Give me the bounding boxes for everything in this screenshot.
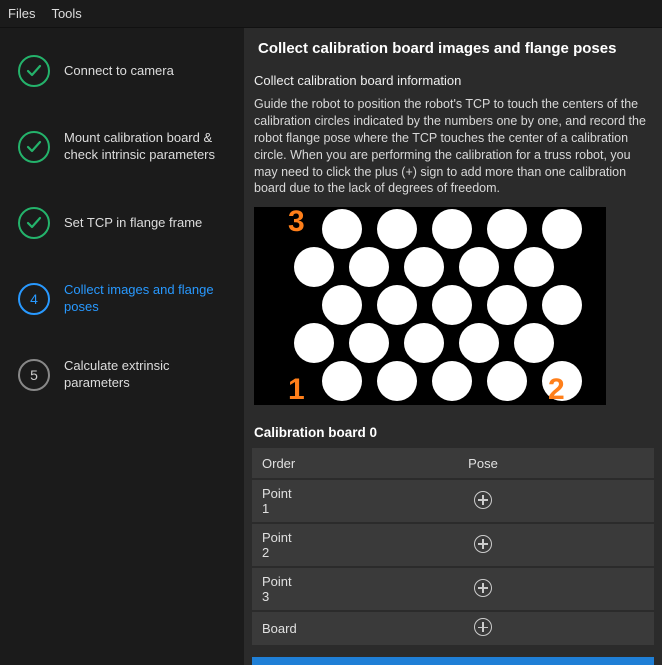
check-icon bbox=[18, 55, 50, 87]
cell-order: Board bbox=[252, 612, 312, 645]
info-section: Collect calibration board information Gu… bbox=[244, 69, 662, 665]
step-calculate-extrinsic[interactable]: 5 Calculate extrinsic parameters bbox=[10, 346, 234, 404]
table-row: Point 3 bbox=[252, 568, 654, 610]
step-label: Mount calibration board & check intrinsi… bbox=[64, 130, 232, 164]
pose-table: Order Pose Point 1 Point 2 Point 3 Board bbox=[252, 446, 654, 647]
main-panel: Collect calibration board images and fla… bbox=[244, 28, 662, 665]
marker-2: 2 bbox=[548, 373, 565, 405]
menu-tools[interactable]: Tools bbox=[51, 6, 81, 21]
step-label: Collect images and flange poses bbox=[64, 282, 232, 316]
table-row: Point 1 bbox=[252, 480, 654, 522]
step-label: Set TCP in flange frame bbox=[64, 215, 202, 232]
board-label: Calibration board 0 bbox=[252, 407, 654, 446]
cell-order: Point 2 bbox=[252, 524, 312, 566]
section-title: Collect calibration board information bbox=[252, 69, 654, 92]
check-icon bbox=[18, 131, 50, 163]
marker-3: 3 bbox=[288, 207, 305, 239]
update-data-button[interactable]: Update data bbox=[252, 657, 654, 665]
step-label: Connect to camera bbox=[64, 63, 174, 80]
cell-order: Point 1 bbox=[252, 480, 312, 522]
step-number-icon: 4 bbox=[18, 283, 50, 315]
table-header-row: Order Pose bbox=[252, 448, 654, 478]
section-description: Guide the robot to position the robot's … bbox=[252, 92, 654, 205]
plus-icon[interactable] bbox=[474, 491, 492, 509]
col-order: Order bbox=[252, 448, 312, 478]
step-set-tcp[interactable]: Set TCP in flange frame bbox=[10, 194, 234, 252]
check-icon bbox=[18, 207, 50, 239]
sidebar: Connect to camera Mount calibration boar… bbox=[0, 28, 244, 665]
plus-icon[interactable] bbox=[474, 535, 492, 553]
step-mount-board[interactable]: Mount calibration board & check intrinsi… bbox=[10, 118, 234, 176]
step-number-icon: 5 bbox=[18, 359, 50, 391]
calibration-board-image: 3 1 2 bbox=[254, 207, 606, 405]
menu-files[interactable]: Files bbox=[8, 6, 35, 21]
step-connect-camera[interactable]: Connect to camera bbox=[10, 42, 234, 100]
marker-1: 1 bbox=[288, 373, 305, 405]
step-collect-images[interactable]: 4 Collect images and flange poses bbox=[10, 270, 234, 328]
plus-icon[interactable] bbox=[474, 618, 492, 636]
table-row: Board bbox=[252, 612, 654, 645]
plus-icon[interactable] bbox=[474, 579, 492, 597]
step-label: Calculate extrinsic parameters bbox=[64, 358, 232, 392]
col-pose: Pose bbox=[312, 448, 654, 478]
panel-title: Collect calibration board images and fla… bbox=[244, 28, 662, 69]
menubar: Files Tools bbox=[0, 0, 662, 28]
table-row: Point 2 bbox=[252, 524, 654, 566]
layout: Connect to camera Mount calibration boar… bbox=[0, 28, 662, 665]
cell-order: Point 3 bbox=[252, 568, 312, 610]
